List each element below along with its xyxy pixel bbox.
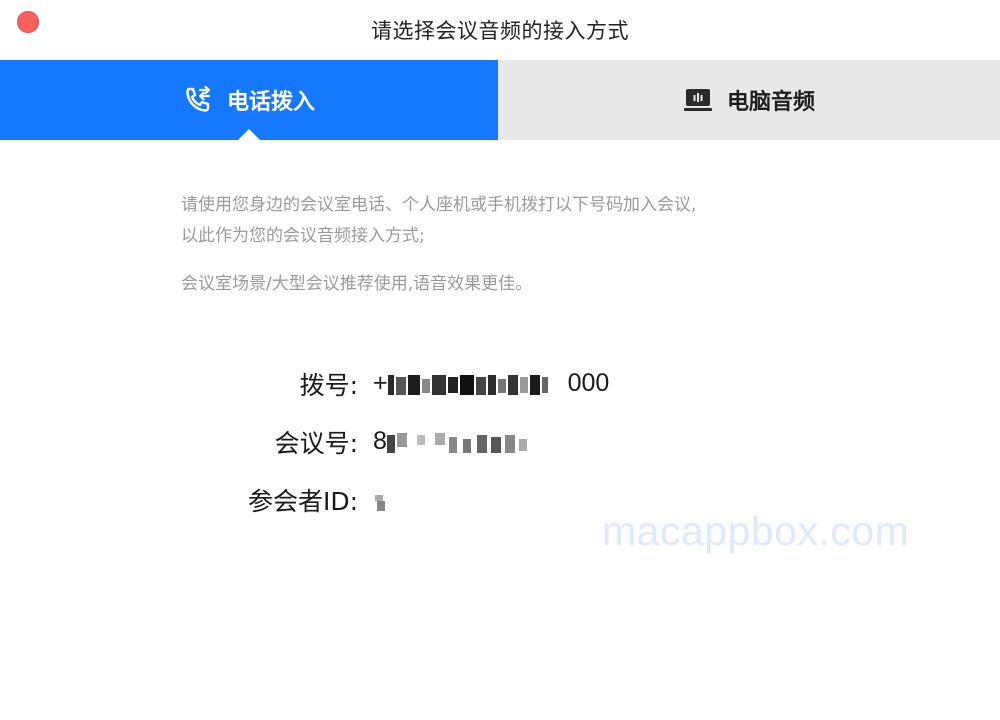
- tab-computer-audio[interactable]: 电脑音频: [498, 60, 1000, 140]
- meeting-number-label: 会议号:: [274, 429, 358, 458]
- redacted-participant-id: [375, 494, 385, 511]
- close-button[interactable]: [17, 11, 39, 33]
- audio-mode-tabs: 电话拨入 电脑音频: [0, 60, 1000, 140]
- tab-phone-dial-in[interactable]: 电话拨入: [0, 60, 498, 140]
- watermark: macappbox.com: [602, 508, 910, 554]
- computer-audio-icon: [683, 85, 713, 115]
- participant-id-label: 参会者ID:: [247, 487, 358, 516]
- instruction-line-2: 以此作为您的会议音频接入方式;: [181, 226, 425, 246]
- meeting-number-value: 8: [373, 427, 537, 456]
- dial-number-row: 拨号: + 000: [0, 364, 1000, 404]
- meeting-number-row: 会议号: 8: [0, 422, 1000, 462]
- participant-id-value: [373, 485, 393, 514]
- redacted-meeting-number: [386, 432, 527, 453]
- phone-dial-icon: [183, 85, 213, 115]
- meeting-number-prefix: 8: [373, 427, 387, 456]
- instruction-line-1: 请使用您身边的会议室电话、个人座机或手机拨打以下号码加入会议,: [181, 195, 697, 215]
- recommendation-note: 会议室场景/大型会议推荐使用,语音效果更佳。: [181, 274, 533, 294]
- dial-label: 拨号:: [299, 371, 358, 400]
- window-title: 请选择会议音频的接入方式: [371, 19, 629, 43]
- dial-number-value: + 000: [373, 369, 609, 398]
- title-bar: 请选择会议音频的接入方式: [0, 0, 1000, 60]
- tab-computer-audio-label: 电脑音频: [726, 90, 815, 115]
- tab-phone-dial-in-label: 电话拨入: [226, 90, 315, 115]
- dial-number-suffix: 000: [567, 369, 610, 398]
- dial-number-prefix: +: [373, 369, 388, 398]
- instructions: 请使用您身边的会议室电话、个人座机或手机拨打以下号码加入会议, 以此作为您的会议…: [181, 190, 881, 300]
- redacted-dial-number: [387, 374, 548, 395]
